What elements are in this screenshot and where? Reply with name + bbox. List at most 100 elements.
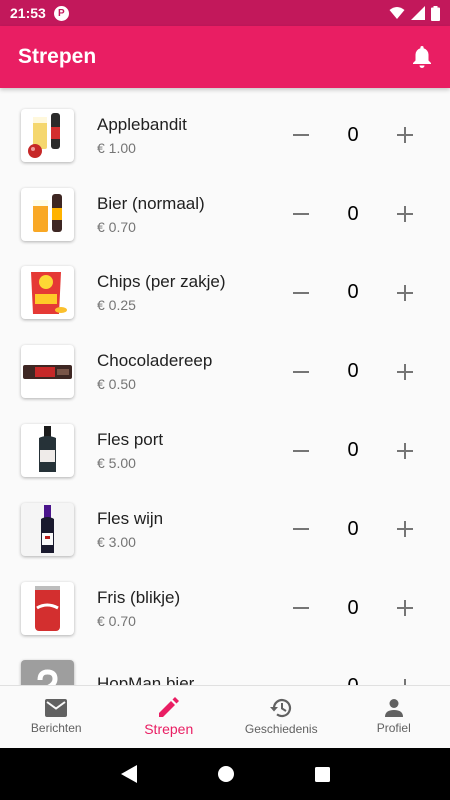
plus-icon: [397, 442, 413, 459]
quantity-stepper: 0: [283, 667, 423, 685]
item-name: Fris (blikje): [97, 587, 181, 607]
item-price: € 3.00: [97, 533, 136, 550]
app-bar: Strepen: [0, 26, 450, 88]
nav-berichten[interactable]: Berichten: [0, 686, 113, 748]
person-icon: [384, 699, 403, 717]
plus-icon: [397, 521, 413, 538]
nav-label: Geschiedenis: [244, 722, 318, 736]
list-item: Bier (normaal) € 0.70 0: [0, 175, 450, 254]
decrement-button[interactable]: [283, 433, 319, 469]
soda-can-image: [21, 581, 74, 635]
list-item: Fles port € 5.00 0: [0, 411, 450, 490]
list-item: Fris (blikje) € 0.70 0: [0, 569, 450, 648]
item-name: Applebandit: [97, 114, 187, 134]
list-item: Applebandit € 1.00 0: [0, 96, 450, 175]
list-item: Chips (per zakje) € 0.25 0: [0, 254, 450, 333]
nav-profiel[interactable]: Profiel: [338, 686, 450, 748]
item-name: Chips (per zakje): [97, 272, 226, 292]
back-icon[interactable]: [120, 765, 137, 783]
increment-button[interactable]: [387, 275, 423, 311]
plus-icon: [397, 127, 413, 144]
item-price: € 0.70: [97, 218, 136, 235]
quantity-value: 0: [347, 596, 359, 619]
wifi-icon: [389, 7, 405, 19]
quantity-stepper: 0: [283, 194, 423, 234]
placeholder-question-image: [21, 660, 74, 685]
quantity-stepper: 0: [283, 115, 423, 155]
item-price: € 5.00: [97, 455, 136, 472]
minus-icon: [293, 607, 309, 610]
quantity-stepper: 0: [283, 509, 423, 549]
plus-icon: [397, 284, 413, 301]
item-price: € 0.25: [97, 297, 136, 314]
plus-icon: [397, 600, 413, 617]
increment-button[interactable]: [387, 590, 423, 626]
decrement-button[interactable]: [283, 196, 319, 232]
bottom-navigation: Berichten Strepen Geschiedenis Profiel: [0, 685, 450, 748]
quantity-value: 0: [347, 202, 359, 225]
increment-button[interactable]: [387, 117, 423, 153]
beer-glass-image: [21, 187, 74, 241]
nav-label: Berichten: [30, 721, 82, 735]
item-name: Fles port: [97, 430, 164, 450]
list-item: Chocoladereep € 0.50 0: [0, 332, 450, 411]
chocolate-bar-image: [21, 345, 74, 399]
increment-button[interactable]: [387, 196, 423, 232]
page-title: Strepen: [18, 45, 97, 68]
item-name: Chocoladereep: [97, 351, 213, 371]
plus-icon: [397, 363, 413, 380]
minus-icon: [293, 134, 309, 137]
pencil-icon: [158, 697, 179, 717]
item-name: HopMan bier: [97, 674, 195, 685]
quantity-stepper: 0: [283, 352, 423, 392]
minus-icon: [293, 528, 309, 531]
product-list[interactable]: Applebandit € 1.00 0 Bier (normaal) € 0.…: [0, 88, 450, 685]
quantity-value: 0: [333, 675, 373, 685]
apple-beer-image: [21, 108, 74, 162]
port-bottle-image: [21, 424, 74, 478]
minus-icon: [293, 291, 309, 294]
list-item: Fles wijn € 3.00 0: [0, 490, 450, 569]
quantity-stepper: 0: [283, 431, 423, 471]
minus-icon: [293, 449, 309, 452]
nav-geschiedenis[interactable]: Geschiedenis: [225, 686, 338, 748]
history-icon: [270, 699, 292, 718]
nav-label: Strepen: [144, 721, 194, 737]
increment-button[interactable]: [387, 433, 423, 469]
minus-icon: [293, 370, 309, 373]
increment-button[interactable]: [387, 354, 423, 390]
recents-icon[interactable]: [314, 766, 330, 782]
decrement-button[interactable]: [283, 275, 319, 311]
status-time: 21:53: [10, 5, 46, 21]
quantity-value: 0: [347, 123, 359, 146]
increment-button[interactable]: [387, 669, 423, 685]
app-notification-icon: P: [53, 5, 69, 21]
item-name: Bier (normaal): [97, 193, 205, 213]
plus-icon: [397, 206, 413, 223]
decrement-button[interactable]: [283, 354, 319, 390]
quantity-value: 0: [347, 517, 359, 540]
quantity-value: 0: [347, 439, 359, 462]
item-price: € 0.50: [97, 376, 136, 393]
quantity-stepper: 0: [283, 273, 423, 313]
minus-icon: [293, 213, 309, 216]
mail-icon: [45, 699, 68, 717]
home-icon[interactable]: [217, 766, 234, 782]
decrement-button[interactable]: [283, 511, 319, 547]
decrement-button[interactable]: [283, 669, 319, 685]
chips-bag-image: [21, 266, 74, 320]
system-navigation-bar: [0, 748, 450, 800]
wine-bottle-image: [21, 502, 74, 556]
list-item: HopMan bier 0: [0, 648, 450, 685]
decrement-button[interactable]: [283, 590, 319, 626]
increment-button[interactable]: [387, 511, 423, 547]
quantity-stepper: 0: [283, 588, 423, 628]
signal-icon: [411, 6, 425, 20]
nav-strepen[interactable]: Strepen: [113, 686, 226, 748]
status-bar: 21:53 P: [0, 0, 450, 26]
nav-label: Profiel: [376, 721, 411, 735]
bell-icon[interactable]: [412, 46, 432, 68]
item-name: Fles wijn: [97, 508, 164, 528]
decrement-button[interactable]: [283, 117, 319, 153]
item-price: € 1.00: [97, 139, 136, 156]
